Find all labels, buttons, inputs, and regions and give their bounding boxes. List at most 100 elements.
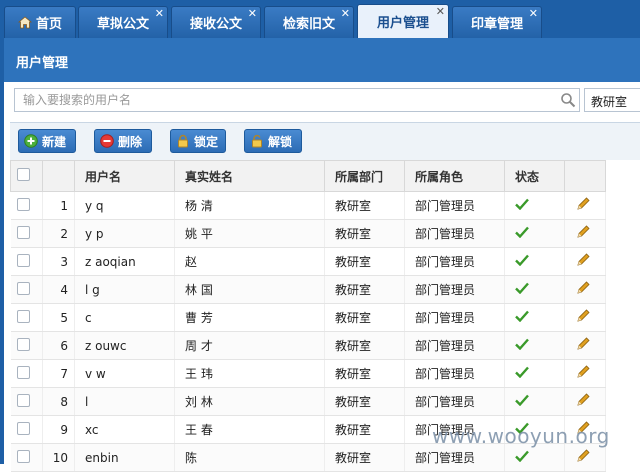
cell-department: 教研室	[324, 415, 405, 444]
column-header-department[interactable]: 所属部门	[324, 160, 405, 192]
close-icon[interactable]: ✕	[436, 6, 445, 17]
close-icon[interactable]: ✕	[529, 8, 538, 19]
cell-username: v w	[74, 359, 175, 388]
row-checkbox[interactable]	[10, 359, 43, 388]
left-border	[0, 38, 4, 464]
cell-department: 教研室	[324, 443, 405, 472]
cell-realname: 王 玮	[174, 359, 325, 388]
unlock-button[interactable]: 解锁	[244, 129, 302, 153]
lock-button[interactable]: 锁定	[170, 129, 226, 153]
department-select[interactable]: 教研室	[584, 88, 640, 112]
table-row[interactable]: 7v w王 玮教研室 部门管理员	[10, 359, 606, 388]
search-icon[interactable]	[560, 92, 576, 111]
table-row[interactable]: 8l刘 林教研室 部门管理员	[10, 387, 606, 416]
home-icon	[17, 16, 32, 29]
edit-pencil-icon[interactable]	[564, 191, 606, 220]
cell-role: 部门管理员	[404, 219, 505, 248]
row-number: 4	[42, 275, 75, 304]
tab-search-old-documents[interactable]: 检索旧文 ✕	[264, 6, 354, 38]
row-checkbox[interactable]	[10, 191, 43, 220]
cell-username: z ouwc	[74, 331, 175, 360]
cell-department: 教研室	[324, 219, 405, 248]
cell-department: 教研室	[324, 359, 405, 388]
table-row[interactable]: 3z aoqian 赵教研室 部门管理员	[10, 247, 606, 276]
cell-username: z aoqian	[74, 247, 175, 276]
table-row[interactable]: 2y p姚 平教研室 部门管理员	[10, 219, 606, 248]
panel-title: 用户管理	[4, 38, 640, 82]
cell-realname: 曹 芳	[174, 303, 325, 332]
cell-department: 教研室	[324, 303, 405, 332]
tab-received-documents[interactable]: 接收公文 ✕	[171, 6, 261, 38]
status-check-icon	[504, 247, 565, 276]
cell-username: enbin	[74, 443, 175, 472]
column-header-realname[interactable]: 真实姓名	[174, 160, 325, 192]
cell-department: 教研室	[324, 331, 405, 360]
tab-label: 印章管理	[470, 17, 523, 32]
edit-pencil-icon[interactable]	[564, 247, 606, 276]
delete-button-label: 删除	[118, 134, 143, 149]
edit-pencil-icon[interactable]	[564, 359, 606, 388]
edit-pencil-icon[interactable]	[564, 331, 606, 360]
row-checkbox[interactable]	[10, 219, 43, 248]
tab-seal-management[interactable]: 印章管理 ✕	[452, 6, 542, 38]
row-checkbox[interactable]	[10, 387, 43, 416]
cell-role: 部门管理员	[404, 359, 505, 388]
cell-department: 教研室	[324, 387, 405, 416]
cell-department: 教研室	[324, 247, 405, 276]
column-header-username[interactable]: 用户名	[74, 160, 175, 192]
edit-pencil-icon[interactable]	[564, 275, 606, 304]
close-icon[interactable]: ✕	[155, 8, 164, 19]
edit-pencil-icon[interactable]	[564, 219, 606, 248]
cell-realname: 杨 清	[174, 191, 325, 220]
table-header: 用户名 真实姓名 所属部门 所属角色 状态	[10, 160, 606, 192]
table-row[interactable]: 6z ouwc 周 才教研室 部门管理员	[10, 331, 606, 360]
row-number: 10	[42, 443, 75, 472]
status-check-icon	[504, 219, 565, 248]
cell-department: 教研室	[324, 275, 405, 304]
row-number: 3	[42, 247, 75, 276]
select-all-checkbox[interactable]	[10, 160, 43, 192]
tab-bar: 首页 草拟公文 ✕ 接收公文 ✕ 检索旧文 ✕ 用户管理 ✕ 印章管理 ✕	[0, 0, 640, 38]
row-number: 5	[42, 303, 75, 332]
tab-user-management[interactable]: 用户管理 ✕	[357, 4, 449, 38]
status-check-icon	[504, 191, 565, 220]
column-header-status[interactable]: 状态	[504, 160, 565, 192]
row-checkbox[interactable]	[10, 415, 43, 444]
cell-realname: 陈	[174, 443, 325, 472]
cell-username: c	[74, 303, 175, 332]
lock-icon	[176, 134, 190, 148]
status-check-icon	[504, 359, 565, 388]
cell-username: y q	[74, 191, 175, 220]
cell-realname: 刘 林	[174, 387, 325, 416]
row-number: 9	[42, 415, 75, 444]
table-row[interactable]: 1y q杨 清教研室 部门管理员	[10, 191, 606, 220]
edit-pencil-icon[interactable]	[564, 387, 606, 416]
cell-username: l g	[74, 275, 175, 304]
row-checkbox[interactable]	[10, 247, 43, 276]
new-button[interactable]: 新建	[18, 129, 76, 153]
edit-pencil-icon[interactable]	[564, 303, 606, 332]
row-checkbox[interactable]	[10, 443, 43, 472]
table-row[interactable]: 4l g林 国教研室 部门管理员	[10, 275, 606, 304]
row-checkbox[interactable]	[10, 275, 43, 304]
lock-button-label: 锁定	[194, 134, 219, 149]
cell-realname: 赵	[174, 247, 325, 276]
unlock-icon	[250, 134, 264, 148]
watermark: www.wooyun.org	[432, 424, 610, 448]
close-icon[interactable]: ✕	[341, 8, 350, 19]
table-row[interactable]: 5c曹 芳教研室 部门管理员	[10, 303, 606, 332]
cell-role: 部门管理员	[404, 275, 505, 304]
add-icon	[24, 134, 38, 148]
row-number: 6	[42, 331, 75, 360]
status-check-icon	[504, 331, 565, 360]
tab-label: 用户管理	[376, 16, 429, 31]
row-checkbox[interactable]	[10, 331, 43, 360]
search-input[interactable]	[15, 89, 561, 111]
cell-username: l	[74, 387, 175, 416]
row-checkbox[interactable]	[10, 303, 43, 332]
column-header-role[interactable]: 所属角色	[404, 160, 505, 192]
tab-draft-document[interactable]: 草拟公文 ✕	[78, 6, 168, 38]
tab-home[interactable]: 首页	[4, 6, 76, 38]
delete-button[interactable]: 删除	[94, 129, 152, 153]
close-icon[interactable]: ✕	[248, 8, 257, 19]
